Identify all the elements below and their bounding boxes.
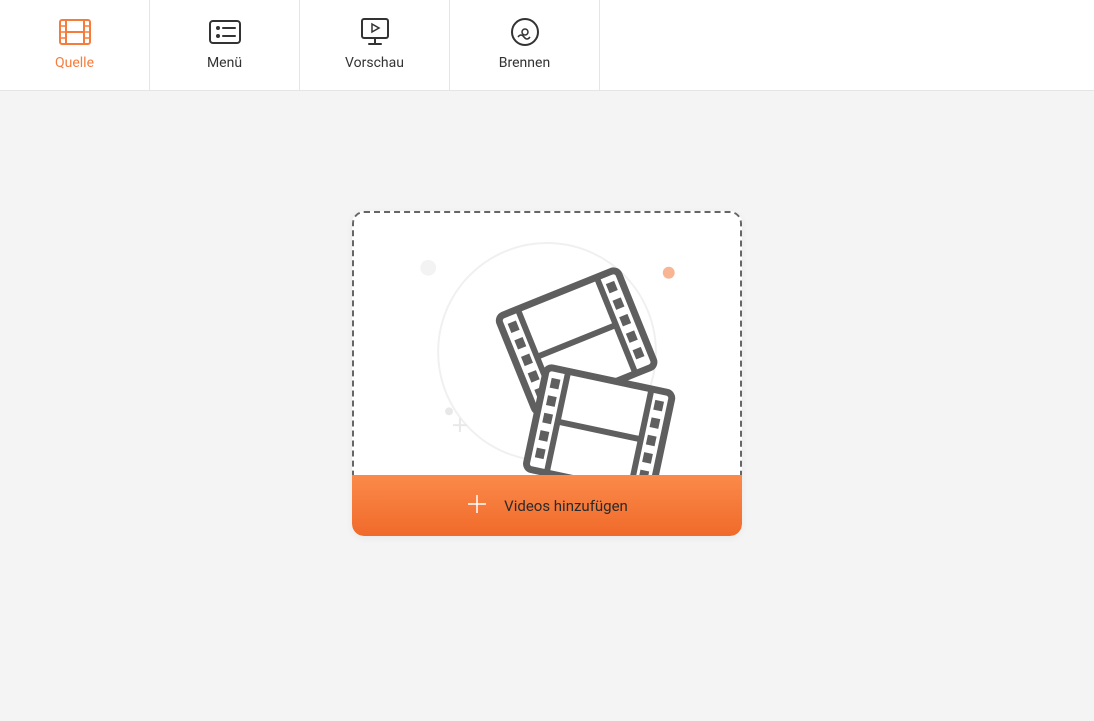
- main-content: Videos hinzufügen: [0, 91, 1094, 721]
- plus-icon: [466, 493, 488, 519]
- add-videos-button[interactable]: Videos hinzufügen: [352, 475, 742, 536]
- burn-disc-icon: [509, 19, 541, 45]
- tab-vorschau[interactable]: Vorschau: [300, 0, 450, 90]
- tab-label: Menü: [207, 55, 242, 71]
- tab-label: Quelle: [55, 55, 94, 71]
- drop-zone: Videos hinzufügen: [352, 211, 742, 536]
- drop-area[interactable]: [352, 211, 742, 475]
- filmstrip-illustration-icon: [354, 213, 740, 475]
- tab-bar: Quelle Menü Vorschau: [0, 0, 1094, 91]
- tab-label: Vorschau: [345, 55, 404, 71]
- tab-label: Brennen: [499, 55, 550, 71]
- add-button-label: Videos hinzufügen: [504, 497, 628, 515]
- filmstrip-icon: [59, 19, 91, 45]
- menu-template-icon: [209, 19, 241, 45]
- tab-brennen[interactable]: Brennen: [450, 0, 600, 90]
- tab-quelle[interactable]: Quelle: [0, 0, 150, 90]
- tab-menu[interactable]: Menü: [150, 0, 300, 90]
- preview-icon: [359, 19, 391, 45]
